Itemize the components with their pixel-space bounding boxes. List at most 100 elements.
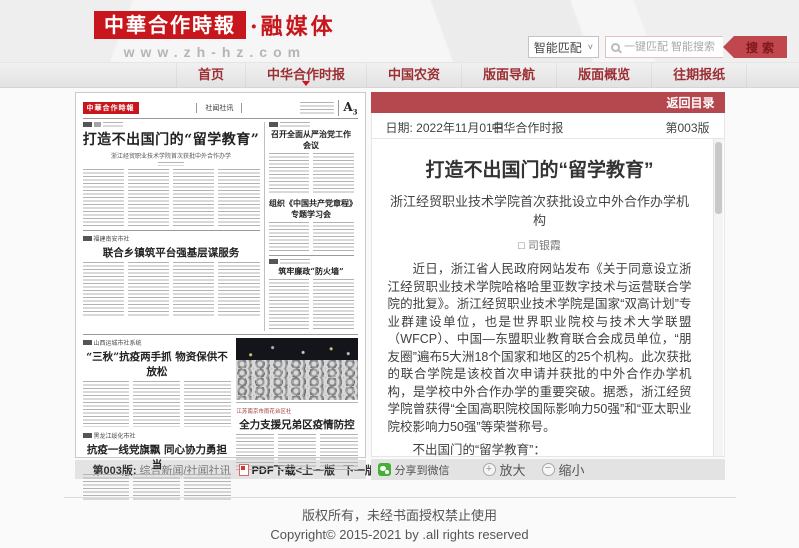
mini-section-headline: 抗疫一线党旗飘 同心协力勇担当 bbox=[83, 442, 232, 472]
search-input[interactable] bbox=[624, 41, 718, 53]
search-icon bbox=[611, 43, 620, 52]
chevron-down-icon: ˅ bbox=[588, 42, 593, 52]
site-brand: 中華合作時報 ·融媒体 www.zh-hz.com bbox=[94, 9, 336, 60]
mini-lead-headline: 打造不出国门的“留学教育” bbox=[83, 129, 260, 149]
placeholder-text bbox=[280, 259, 310, 264]
mini-section-kicker: 江苏南京市雨花台区社 bbox=[236, 407, 357, 415]
page-label: 第003版 bbox=[665, 119, 709, 136]
article-content-panel: 打造不出国门的“留学教育” 浙江经贸职业技术学院首次获批设立中外合作办学机构 □… bbox=[371, 139, 725, 457]
mini-section-label: 福建南安市社 bbox=[94, 234, 130, 243]
placeholder-text-column bbox=[313, 153, 354, 195]
nav-label: 中国农资 bbox=[388, 67, 440, 82]
nav-item-page-nav[interactable]: 版面导航 bbox=[462, 63, 557, 87]
search-mode-select[interactable]: 智能匹配 ˅ bbox=[528, 36, 599, 58]
nav-item-nongzi[interactable]: 中国农资 bbox=[367, 63, 462, 87]
placeholder-text bbox=[300, 102, 334, 107]
mini-lower-region: 山西运城市社系统 “三秋”抗疫两手抓 物资保供不放松 黑龙江绥化市社 抗疫一线党… bbox=[83, 338, 358, 500]
article-subtitle: 浙江经贸职业技术学院首次获批设立中外合作办学机构 bbox=[388, 191, 692, 229]
placeholder-text-column bbox=[173, 169, 214, 227]
search-field[interactable] bbox=[605, 36, 723, 58]
tag-icon bbox=[269, 259, 278, 264]
tag-icon bbox=[83, 340, 92, 345]
nav-item-home[interactable]: 首页 bbox=[176, 63, 246, 87]
mini-side-column: 召开全面从严治党工作会议 组织《中国共产党章程》专题学习会 筑牢廉政“防火墙” bbox=[265, 122, 354, 331]
content-area: 中華合作時報 社闻社讯 A3 bbox=[75, 92, 725, 480]
mini-side-body-1 bbox=[269, 153, 354, 195]
placeholder-byline bbox=[158, 162, 184, 166]
mini-side-kicker bbox=[269, 259, 354, 264]
mini-section-tab: 社闻社讯 bbox=[196, 103, 242, 113]
copyright-line-cn: 版权所有，未经书面授权禁止使用 bbox=[64, 506, 736, 525]
placeholder-text-column bbox=[218, 169, 259, 227]
mini-main-column: 打造不出国门的“留学教育” 浙江经贸职业技术学院首次获批中外合作办学 福建南安市… bbox=[83, 122, 265, 331]
minus-icon bbox=[542, 463, 555, 476]
article-title: 打造不出国门的“留学教育” bbox=[388, 155, 692, 182]
mini-section-headline: 联合乡镇筑平台强基层谋服务 bbox=[83, 245, 260, 260]
mini-section-kicker: 山西运城市社系统 bbox=[83, 338, 232, 347]
article-meta-row: 日期: 2022年11月01日 中华合作时报 第003版 bbox=[371, 113, 725, 139]
tag-icon bbox=[83, 236, 92, 241]
placeholder-text-column bbox=[278, 434, 316, 472]
share-label: 分享到微信 bbox=[395, 462, 450, 478]
mini-section-label: 黑龙江绥化市社 bbox=[94, 431, 136, 440]
pdf-icon bbox=[239, 464, 249, 476]
mini-side-body-3 bbox=[269, 279, 354, 331]
placeholder-text-column bbox=[128, 169, 169, 227]
placeholder-text bbox=[300, 109, 334, 114]
page-number: 3 bbox=[353, 107, 358, 116]
site-header: 中華合作時報 ·融媒体 www.zh-hz.com 智能匹配 ˅ 搜索 bbox=[0, 0, 799, 62]
search-mode-label: 智能匹配 bbox=[534, 39, 582, 56]
newspaper-page-thumbnail[interactable]: 中華合作時報 社闻社讯 A3 bbox=[75, 92, 366, 458]
mini-newspaper: 中華合作時報 社闻社讯 A3 bbox=[83, 100, 358, 450]
placeholder-text-column bbox=[83, 381, 130, 427]
share-wechat-button[interactable]: 分享到微信 bbox=[378, 462, 450, 478]
active-tab-indicator bbox=[302, 81, 310, 86]
article-date: 日期: 2022年11月01日 bbox=[386, 119, 505, 136]
mini-section-body bbox=[236, 434, 357, 472]
mini-bottom-left: 山西运城市社系统 “三秋”抗疫两手抓 物资保供不放松 黑龙江绥化市社 抗疫一线党… bbox=[83, 338, 232, 500]
zoom-in-button[interactable]: 放大 bbox=[483, 460, 526, 479]
article-paragraph: 不出国门的“留学教育”： bbox=[388, 442, 692, 457]
reader-header-bar: 返回目录 bbox=[371, 92, 725, 113]
divider bbox=[83, 334, 358, 335]
placeholder-text-column bbox=[269, 279, 310, 331]
search-button[interactable]: 搜索 bbox=[723, 36, 787, 58]
photo-caption-placeholder bbox=[236, 402, 357, 405]
nav-item-zhhsb[interactable]: 中华合作时报 bbox=[246, 63, 367, 87]
placeholder-text-column bbox=[128, 262, 169, 318]
news-photo bbox=[236, 338, 357, 400]
mini-side-headline-2: 组织《中国共产党章程》专题学习会 bbox=[269, 198, 354, 220]
mini-section-label: 江苏南京市雨花台区社 bbox=[236, 407, 291, 415]
mini-side-headline-1: 召开全面从严治党工作会议 bbox=[269, 129, 354, 151]
plus-icon bbox=[483, 463, 496, 476]
back-to-contents-button[interactable]: 返回目录 bbox=[666, 94, 714, 111]
tag-icon bbox=[94, 122, 101, 127]
nav-label: 往期报纸 bbox=[673, 67, 725, 82]
mini-side-headline-3: 筑牢廉政“防火墙” bbox=[269, 266, 354, 277]
placeholder-text-column bbox=[83, 169, 124, 227]
placeholder-text-column bbox=[184, 474, 231, 500]
mini-section-headline: “三秋”抗疫两手抓 物资保供不放松 bbox=[83, 349, 232, 379]
article-author: □ 司银霞 bbox=[388, 237, 692, 253]
zoom-out-label: 缩小 bbox=[559, 460, 585, 479]
nav-item-past-issues[interactable]: 往期报纸 bbox=[652, 63, 747, 87]
article-toolbar: 分享到微信 放大 缩小 bbox=[371, 459, 725, 480]
scrollbar-thumb[interactable] bbox=[715, 142, 722, 214]
placeholder-text-column bbox=[173, 262, 214, 318]
mini-section-body bbox=[83, 381, 232, 427]
zoom-out-button[interactable]: 缩小 bbox=[542, 460, 585, 479]
mini-section-kicker: 福建南安市社 bbox=[83, 234, 260, 243]
page-letter: A bbox=[343, 100, 352, 114]
nav-label: 中华合作时报 bbox=[267, 67, 345, 82]
placeholder-text-column bbox=[133, 474, 180, 500]
tag-icon bbox=[269, 122, 278, 127]
scrollbar-track[interactable] bbox=[713, 139, 723, 456]
nav-item-page-overview[interactable]: 版面概览 bbox=[557, 63, 652, 87]
logo: 中華合作時報 bbox=[94, 11, 246, 39]
nav-label: 版面概览 bbox=[578, 67, 630, 82]
page-thumbnail-column: 中華合作時報 社闻社讯 A3 bbox=[75, 92, 366, 480]
site-url: www.zh-hz.com bbox=[94, 44, 336, 60]
copyright-line-en: Copyright© 2015-2021 by .all rights rese… bbox=[64, 525, 736, 544]
placeholder-text-column bbox=[184, 381, 231, 427]
placeholder-text-column bbox=[133, 381, 180, 427]
